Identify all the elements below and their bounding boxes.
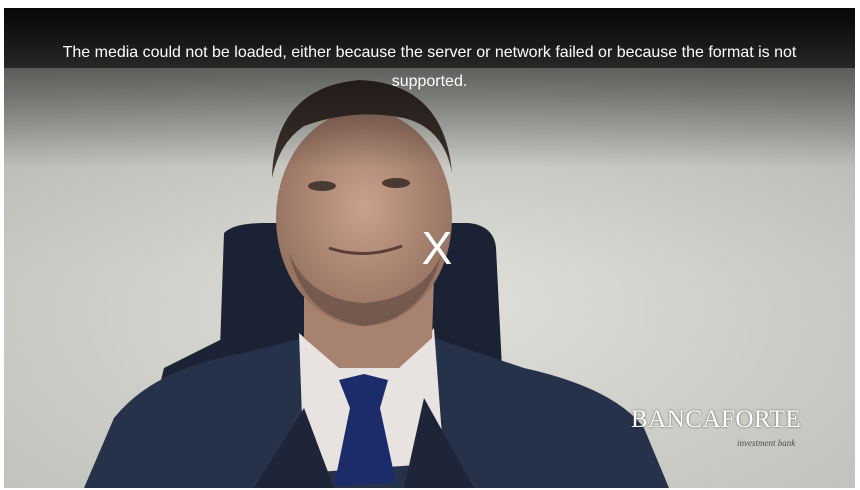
bancaforte-logo: BANCAFORTE investment bank bbox=[631, 406, 836, 466]
logo-wordmark: BANCAFORTE bbox=[631, 406, 802, 433]
close-icon[interactable]: X bbox=[415, 222, 459, 274]
media-error-message: The media could not be loaded, either be… bbox=[62, 44, 797, 90]
logo-tagline: investment bank bbox=[737, 438, 796, 448]
video-player[interactable]: The media could not be loaded, either be… bbox=[4, 8, 855, 488]
